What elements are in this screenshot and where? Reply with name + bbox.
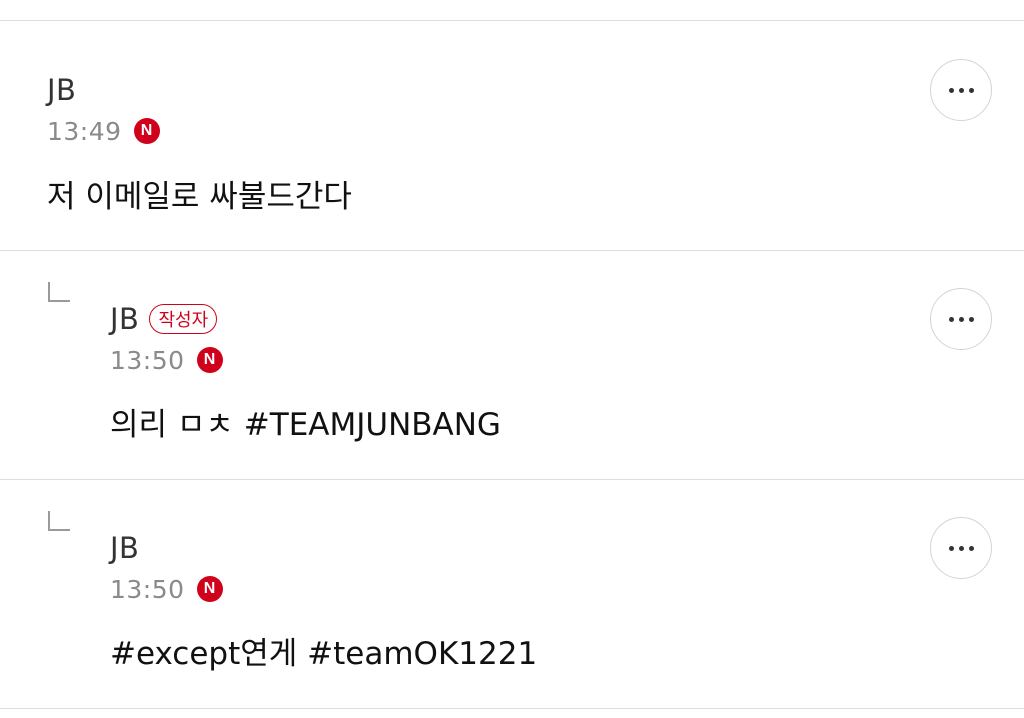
- reply-arrow-icon: [48, 511, 70, 531]
- meta-row: 13:50 N: [110, 574, 223, 604]
- reply-comment-item: JB 13:50 N #except연게 #teamOK1221: [0, 480, 1024, 708]
- naver-n-icon: N: [196, 576, 223, 602]
- meta-row: 13:50 N: [110, 345, 223, 375]
- author-badge: 작성자: [149, 304, 218, 334]
- author-name[interactable]: JB: [47, 73, 76, 107]
- meta-row: 13:49 N: [47, 116, 160, 146]
- author-row: JB: [110, 531, 139, 565]
- more-horizontal-icon-dot: [948, 545, 954, 551]
- more-horizontal-icon-dot: [958, 87, 964, 93]
- author-name[interactable]: JB: [110, 531, 139, 565]
- divider-bottom: [0, 708, 1024, 709]
- comment-item: JB 13:49 N 저 이메일로 싸불드간다: [0, 21, 1024, 250]
- naver-n-icon: N: [133, 118, 160, 144]
- author-name[interactable]: JB: [110, 302, 139, 336]
- more-options-button[interactable]: [930, 59, 992, 121]
- more-horizontal-icon-dot: [968, 316, 974, 322]
- more-options-button[interactable]: [930, 288, 992, 350]
- naver-n-icon: N: [196, 347, 223, 373]
- author-row: JB: [47, 73, 76, 107]
- more-horizontal-icon-dot: [948, 316, 954, 322]
- comment-time: 13:50: [110, 574, 185, 604]
- more-horizontal-icon-dot: [968, 87, 974, 93]
- comment-text: 의리 ㅁㅊ #TEAMJUNBANG: [110, 407, 501, 443]
- reply-arrow-icon: [48, 282, 70, 302]
- author-row: JB 작성자: [110, 302, 218, 336]
- comment-time: 13:50: [110, 345, 185, 375]
- comment-time: 13:49: [47, 116, 122, 146]
- more-options-button[interactable]: [930, 517, 992, 579]
- comment-text: 저 이메일로 싸불드간다: [47, 179, 352, 215]
- comment-text: #except연게 #teamOK1221: [110, 636, 538, 672]
- more-horizontal-icon-dot: [948, 87, 954, 93]
- reply-comment-item: JB 작성자 13:50 N 의리 ㅁㅊ #TEAMJUNBANG: [0, 251, 1024, 479]
- more-horizontal-icon-dot: [968, 545, 974, 551]
- more-horizontal-icon-dot: [958, 316, 964, 322]
- more-horizontal-icon-dot: [958, 545, 964, 551]
